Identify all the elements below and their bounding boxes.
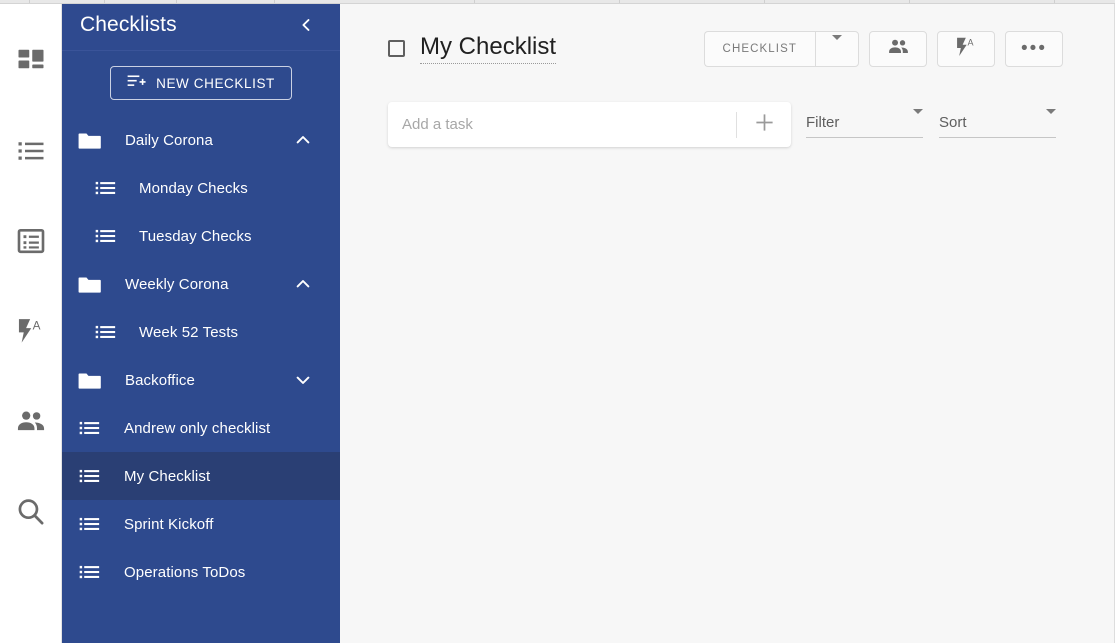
automation-icon: A xyxy=(954,35,979,64)
icon-rail: A xyxy=(0,0,62,643)
chrome-tab xyxy=(275,0,475,3)
checklist-item-my-checklist[interactable]: My Checklist xyxy=(62,452,340,500)
task-filters: Filter Sort xyxy=(806,102,1056,138)
list-icon xyxy=(16,136,46,166)
list-icon xyxy=(79,420,103,437)
rail-item-dashboard[interactable] xyxy=(0,16,61,106)
checklist-item-label: Week 52 Tests xyxy=(139,323,239,341)
plus-icon xyxy=(754,112,775,138)
checklist-complete-checkbox[interactable] xyxy=(388,40,405,58)
sidebar: Checklists NEW CHECKLIST Daily Corona Mo… xyxy=(62,0,340,643)
folder-icon xyxy=(78,371,104,390)
svg-text:A: A xyxy=(967,37,973,47)
list-plus-icon xyxy=(127,73,146,93)
more-options-button[interactable]: ••• xyxy=(1005,31,1063,67)
sort-label: Sort xyxy=(939,114,967,131)
folder-icon xyxy=(78,275,104,294)
sort-select[interactable]: Sort xyxy=(939,108,1056,138)
automation-icon: A xyxy=(15,315,47,347)
new-checklist-row: NEW CHECKLIST xyxy=(62,51,340,100)
rail-item-templates[interactable] xyxy=(0,196,61,286)
browser-chrome-strip xyxy=(0,0,1115,4)
checklist-type-button[interactable]: CHECKLIST xyxy=(703,31,815,67)
checklist-item-label: Monday Checks xyxy=(139,179,248,197)
folder-row-weekly-corona[interactable]: Weekly Corona xyxy=(62,260,340,308)
chrome-tab xyxy=(30,0,105,3)
rail-item-automations[interactable]: A xyxy=(0,286,61,376)
checklist-type-dropdown-button[interactable] xyxy=(815,31,859,67)
automation-button[interactable]: A xyxy=(937,31,995,67)
dashboard-icon xyxy=(16,46,46,76)
checklist-item-tuesday-checks[interactable]: Tuesday Checks xyxy=(62,212,340,260)
rail-item-search[interactable] xyxy=(0,466,61,556)
folder-row-backoffice[interactable]: Backoffice xyxy=(62,356,340,404)
sidebar-header: Checklists xyxy=(62,0,340,51)
checklist-item-operations-todos[interactable]: Operations ToDos xyxy=(62,548,340,596)
filter-label: Filter xyxy=(806,114,840,131)
folder-label: Weekly Corona xyxy=(125,275,229,293)
chrome-tab xyxy=(910,0,1055,3)
chrome-tab xyxy=(620,0,765,3)
folder-row-daily-corona[interactable]: Daily Corona xyxy=(62,116,340,164)
task-controls-row: Filter Sort xyxy=(340,102,1114,147)
new-checklist-button[interactable]: NEW CHECKLIST xyxy=(110,66,292,100)
svg-text:A: A xyxy=(32,318,40,332)
title-block: My Checklist xyxy=(388,33,557,64)
sidebar-title: Checklists xyxy=(80,13,177,36)
folder-label: Daily Corona xyxy=(125,131,213,149)
list-icon xyxy=(79,468,103,485)
people-icon xyxy=(15,405,47,437)
task-list-empty-area xyxy=(340,147,1114,527)
checklist-item-label: My Checklist xyxy=(124,467,211,485)
chrome-tab xyxy=(105,0,177,3)
list-icon xyxy=(79,516,103,533)
checklist-item-label: Operations ToDos xyxy=(124,563,246,581)
header-actions: CHECKLIST A ••• xyxy=(703,31,1078,67)
chevron-up-icon[interactable] xyxy=(294,131,312,149)
chevron-down-icon[interactable] xyxy=(294,371,312,389)
folder-label: Backoffice xyxy=(125,371,195,389)
chevron-down-icon xyxy=(832,35,842,58)
app-window: A Checklists NEW CHECKLIST Daily Corona … xyxy=(0,0,1115,643)
people-icon xyxy=(887,35,910,63)
share-members-button[interactable] xyxy=(869,31,927,67)
checklist-item-sprint-kickoff[interactable]: Sprint Kickoff xyxy=(62,500,340,548)
rail-item-teams[interactable] xyxy=(0,376,61,466)
search-icon xyxy=(15,496,46,527)
list-icon xyxy=(95,228,119,245)
checklist-item-label: Andrew only checklist xyxy=(124,419,271,437)
checklist-item-week-52-tests[interactable]: Week 52 Tests xyxy=(62,308,340,356)
list-icon xyxy=(95,180,119,197)
chevron-left-icon xyxy=(298,19,314,37)
checklist-item-label: Sprint Kickoff xyxy=(124,515,214,533)
main-header: My Checklist CHECKLIST A ••• xyxy=(340,0,1114,72)
list-box-icon xyxy=(16,226,46,256)
filter-select[interactable]: Filter xyxy=(806,108,923,138)
chrome-tab xyxy=(0,0,30,3)
rail-item-lists[interactable] xyxy=(0,106,61,196)
add-task-button[interactable] xyxy=(737,102,791,147)
chevron-up-icon[interactable] xyxy=(294,275,312,293)
chrome-tab xyxy=(765,0,910,3)
add-task-input[interactable] xyxy=(388,102,736,147)
checklist-item-monday-checks[interactable]: Monday Checks xyxy=(62,164,340,212)
chrome-tab xyxy=(177,0,275,3)
checklist-item-label: Tuesday Checks xyxy=(139,227,252,245)
main-content: My Checklist CHECKLIST A ••• Add a task … xyxy=(340,0,1115,643)
checklist-type-split-button: CHECKLIST xyxy=(703,31,859,67)
add-task-card xyxy=(388,102,791,147)
checklist-tree: Daily Corona Monday Checks Tuesday Check… xyxy=(62,116,340,596)
sidebar-collapse-button[interactable] xyxy=(298,17,314,33)
folder-icon xyxy=(78,131,104,150)
page-title[interactable]: My Checklist xyxy=(420,33,557,64)
new-checklist-label: NEW CHECKLIST xyxy=(156,75,275,91)
chrome-tab xyxy=(475,0,620,3)
checklist-item-andrew-only-checklist[interactable]: Andrew only checklist xyxy=(62,404,340,452)
list-icon xyxy=(79,564,103,581)
list-icon xyxy=(95,324,119,341)
